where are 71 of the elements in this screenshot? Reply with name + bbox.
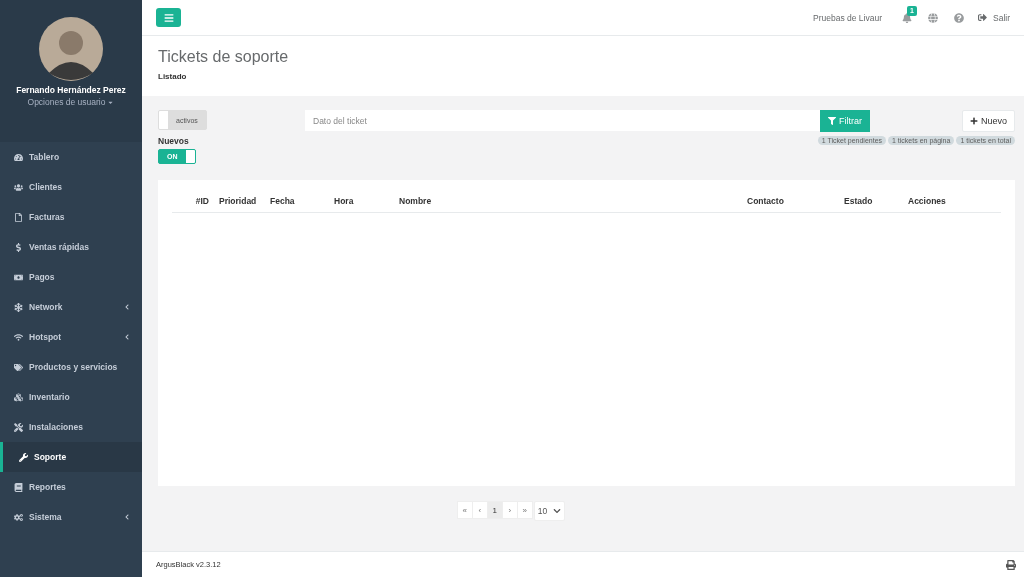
snowflake-icon xyxy=(14,302,23,312)
page-title: Tickets de soporte xyxy=(158,48,290,66)
search-field[interactable]: Dato del ticket xyxy=(305,110,820,131)
user-options-link[interactable]: Opciones de usuario xyxy=(27,97,115,107)
page-subtitle: Listado xyxy=(158,72,188,81)
sidebar-label: Productos y servicios xyxy=(29,362,119,372)
sidebar-item[interactable]: Instalaciones xyxy=(0,412,142,442)
toggle-label: Nuevos xyxy=(158,136,189,146)
sidebar-label: Instalaciones xyxy=(29,422,84,432)
cubes-icon xyxy=(14,392,23,402)
plus-icon xyxy=(970,117,978,125)
filter-icon xyxy=(828,117,836,125)
gauge-icon xyxy=(14,152,23,162)
chevron-icon xyxy=(124,514,130,520)
sidebar-item[interactable]: Sistema xyxy=(0,502,142,532)
sidebar-label: Inventario xyxy=(29,392,71,402)
column-header: #ID xyxy=(194,196,210,206)
sidebar-label: Facturas xyxy=(29,212,66,222)
column-header: Fecha xyxy=(270,196,296,206)
sidebar-label: Pagos xyxy=(29,272,56,282)
sidebar-item[interactable]: Hotspot xyxy=(0,322,142,352)
avatar xyxy=(39,17,103,81)
first-page-button[interactable]: « xyxy=(456,501,473,519)
company-name: Pruebas de Livaur xyxy=(813,12,882,23)
column-header: Contacto xyxy=(747,196,785,206)
sidebar-item[interactable]: Inventario xyxy=(0,382,142,412)
user-name: Fernando Hernández Perez xyxy=(15,84,127,97)
tools-icon xyxy=(14,422,23,432)
sidebar-item[interactable]: Productos y servicios xyxy=(0,352,142,382)
dollar-icon xyxy=(14,242,23,252)
book-icon xyxy=(14,482,23,492)
wifi-icon xyxy=(14,332,23,342)
menu-icon xyxy=(163,12,174,23)
help-icon[interactable] xyxy=(954,12,964,23)
column-header: Estado xyxy=(844,196,874,206)
banknote-icon xyxy=(14,272,23,282)
chevron-icon xyxy=(124,304,130,310)
logout-icon xyxy=(978,13,987,22)
sidebar-item[interactable]: Ventas rápidas xyxy=(0,232,142,262)
sidebar-item[interactable]: Pagos xyxy=(0,262,142,292)
sidebar-label: Clientes xyxy=(29,182,64,192)
chevron-icon xyxy=(124,334,130,340)
globe-icon[interactable] xyxy=(928,12,938,23)
sidebar-item[interactable]: Tablero xyxy=(0,142,142,172)
sidebar-label: Tablero xyxy=(29,152,61,162)
sidebar-label: Network xyxy=(29,302,64,312)
column-header: Nombre xyxy=(399,196,433,206)
column-header: Acciones xyxy=(908,196,947,206)
new-button[interactable]: Nuevo xyxy=(962,110,1015,132)
page-size-select[interactable]: 10 xyxy=(533,501,566,521)
printer-icon[interactable] xyxy=(1006,559,1016,570)
sidebar-label: Soporte xyxy=(34,452,68,462)
menu-button[interactable] xyxy=(156,8,181,27)
sidebar-label: Ventas rápidas xyxy=(29,242,90,252)
sidebar-item[interactable]: Clientes xyxy=(0,172,142,202)
file-icon xyxy=(14,212,23,222)
chevron-down-icon xyxy=(553,507,562,515)
tags-icon xyxy=(14,362,23,372)
sidebar-item[interactable]: Soporte xyxy=(0,442,142,472)
sidebar-item[interactable]: Network xyxy=(0,292,142,322)
sidebar-label: Sistema xyxy=(29,512,63,522)
sidebar-item[interactable]: Facturas xyxy=(0,202,142,232)
sidebar-item[interactable]: Reportes xyxy=(0,472,142,502)
users-icon xyxy=(14,182,23,192)
column-header: Hora xyxy=(334,196,355,206)
logout-link[interactable]: Salir xyxy=(978,12,1010,23)
gears-icon xyxy=(14,512,23,522)
sidebar-label: Hotspot xyxy=(29,332,63,342)
sidebar-label: Reportes xyxy=(29,482,67,492)
wrench-icon xyxy=(19,452,28,462)
column-header: Prioridad xyxy=(219,196,258,206)
